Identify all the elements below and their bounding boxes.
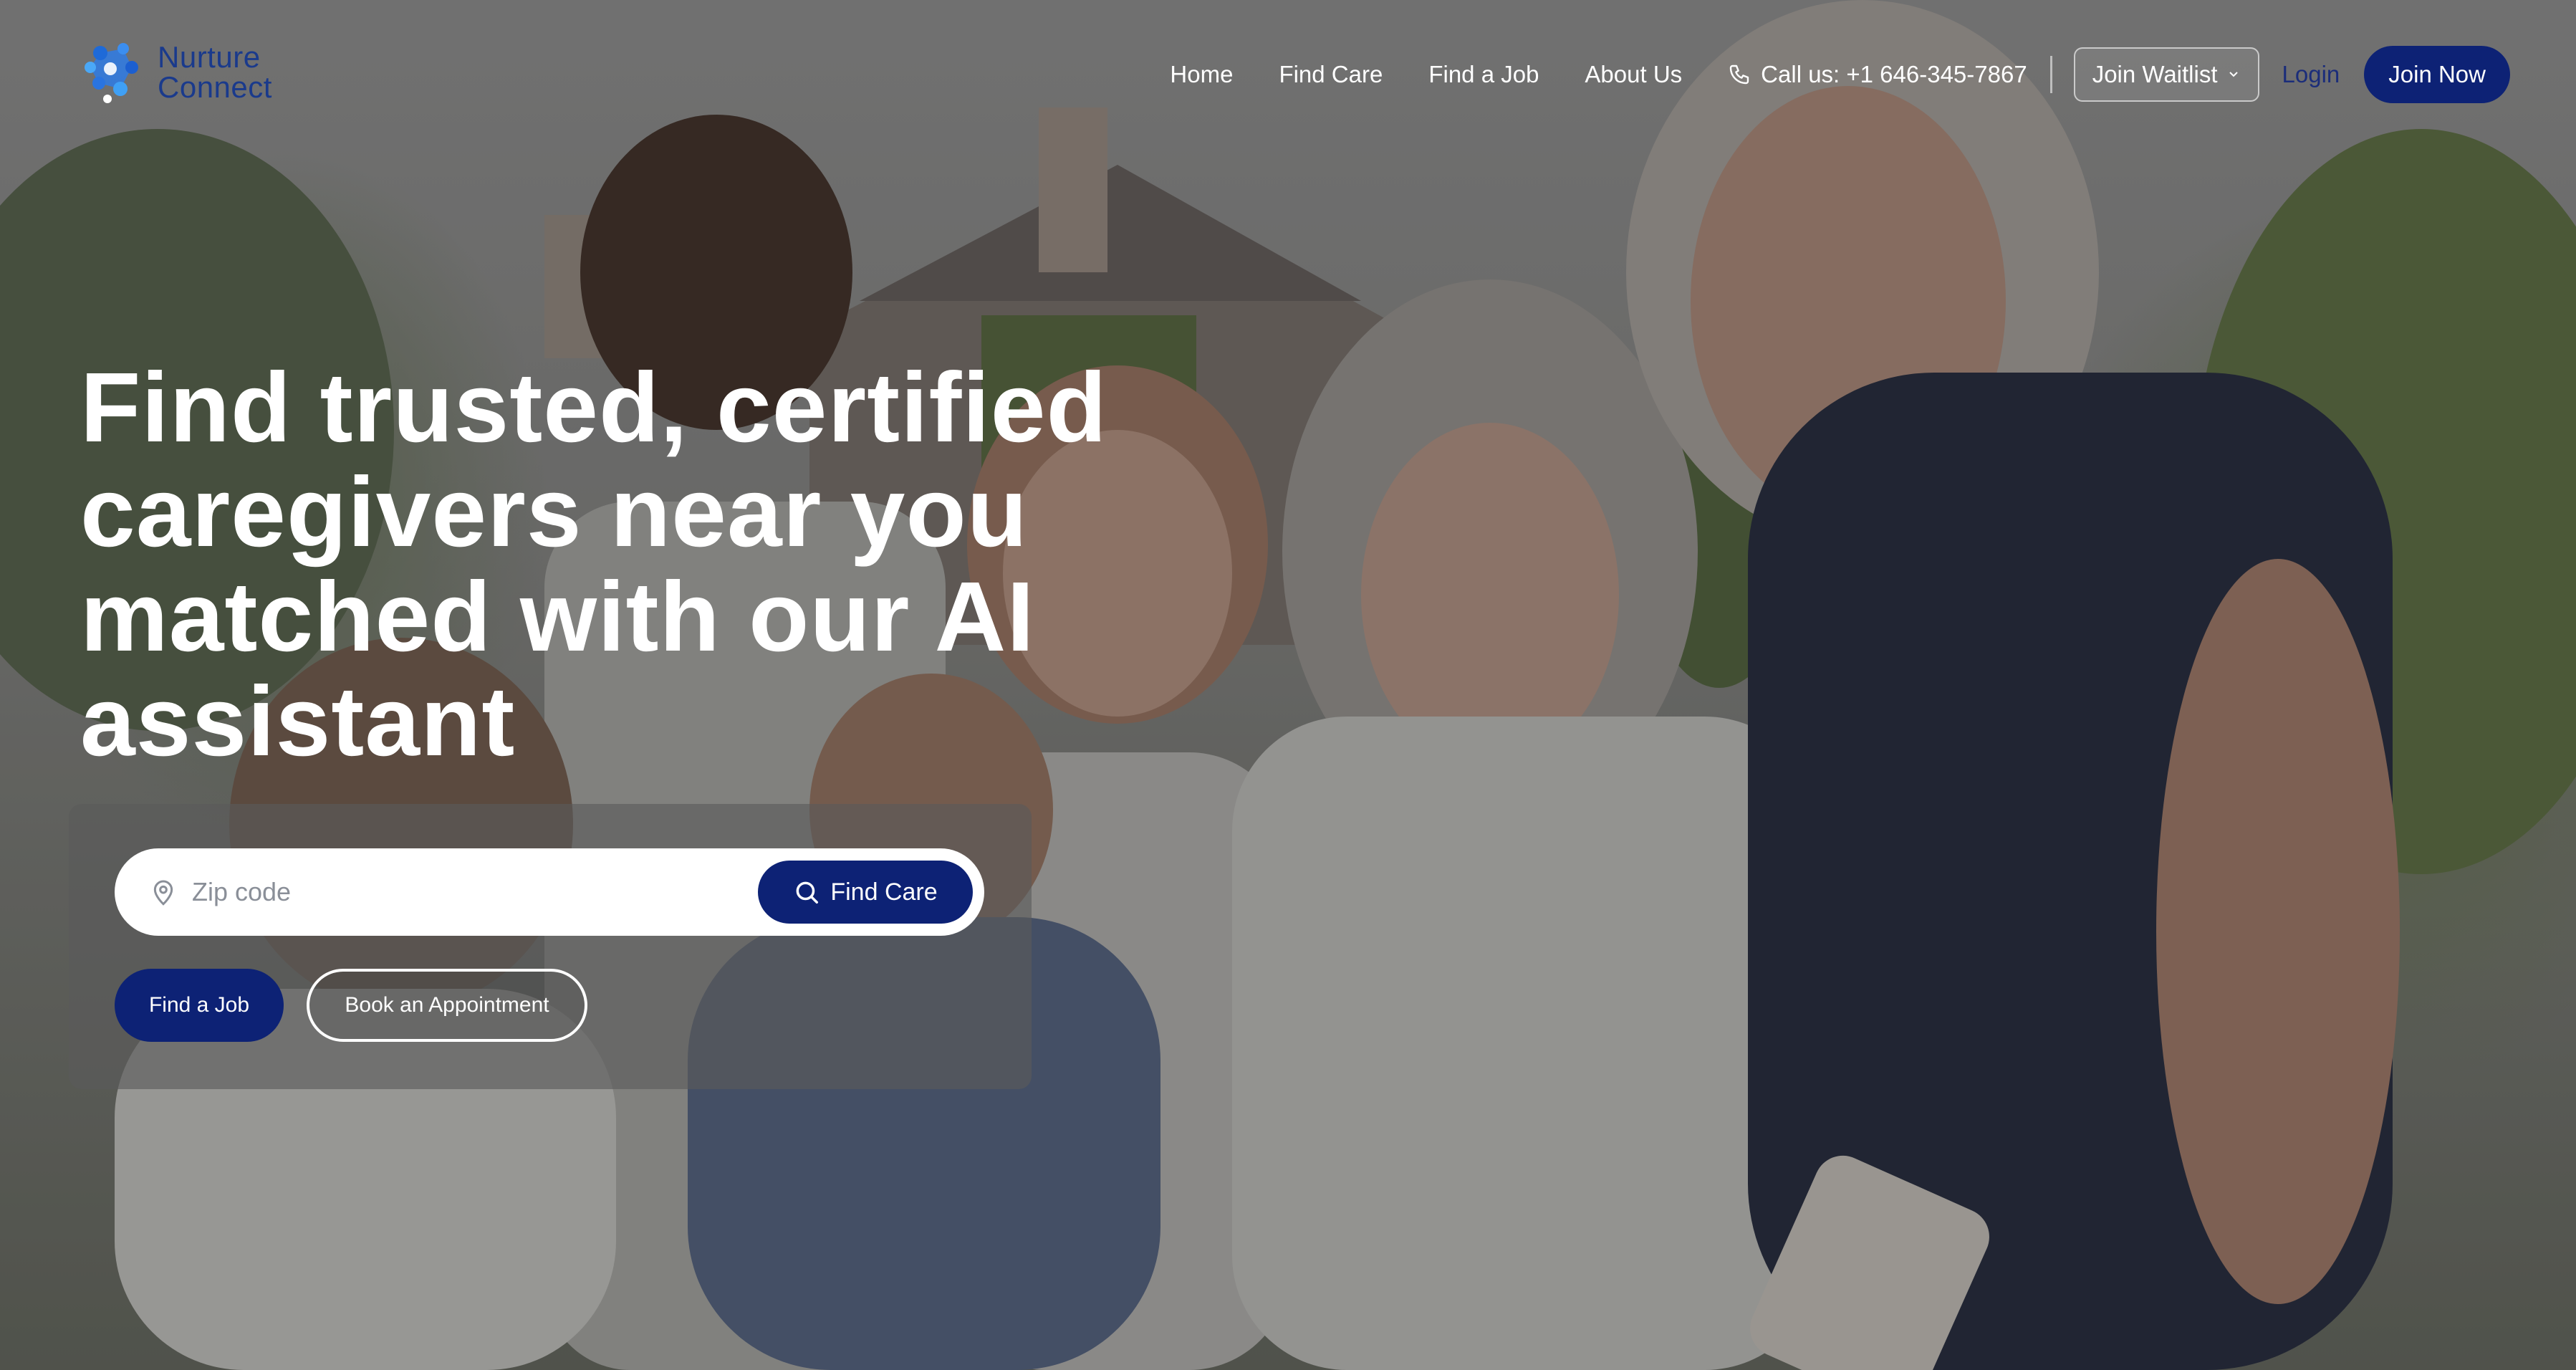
call-us-label: Call us: +1 646-345-7867 [1761,61,2027,87]
nav-about-us[interactable]: About Us [1585,61,1682,88]
phone-icon [1729,64,1749,85]
brand-name-line1: Nurture [158,40,261,74]
hero-actions: Find a Job Book an Appointment [115,969,587,1042]
brand-logo[interactable]: Nurture Connect [79,39,272,106]
search-icon [796,881,819,904]
nav-find-care[interactable]: Find Care [1279,61,1383,88]
nav-find-a-job[interactable]: Find a Job [1428,61,1539,88]
nurture-connect-logo-icon [85,43,138,103]
map-pin-icon [153,880,173,906]
join-now-button[interactable]: Join Now [2364,46,2510,103]
find-a-job-button[interactable]: Find a Job [115,969,284,1042]
login-link[interactable]: Login [2282,61,2340,88]
hero-headline: Find trusted, certified caregivers near … [80,353,1107,777]
nav-home[interactable]: Home [1170,61,1233,88]
site-header: Nurture Connect Home Find Care Find a Jo… [0,0,2576,150]
book-appointment-button[interactable]: Book an Appointment [307,969,587,1042]
call-us-link[interactable]: Call us: +1 646-345-7867 [1728,61,2027,88]
search-card: Find Care Find a Job Book an Appointment [69,804,1032,1089]
join-waitlist-label: Join Waitlist [2092,61,2218,87]
brand-name: Nurture Connect [158,42,272,102]
find-care-button[interactable]: Find Care [758,861,973,924]
zip-search-bar: Find Care [115,848,984,936]
zip-code-input[interactable] [192,863,758,921]
chevron-down-icon [2229,72,2238,77]
join-waitlist-dropdown[interactable]: Join Waitlist [2073,47,2259,102]
main-nav: Home Find Care Find a Job About Us Call … [1170,46,2510,103]
brand-name-line2: Connect [158,70,272,104]
find-care-label: Find Care [830,878,938,906]
nav-divider [2049,56,2052,93]
